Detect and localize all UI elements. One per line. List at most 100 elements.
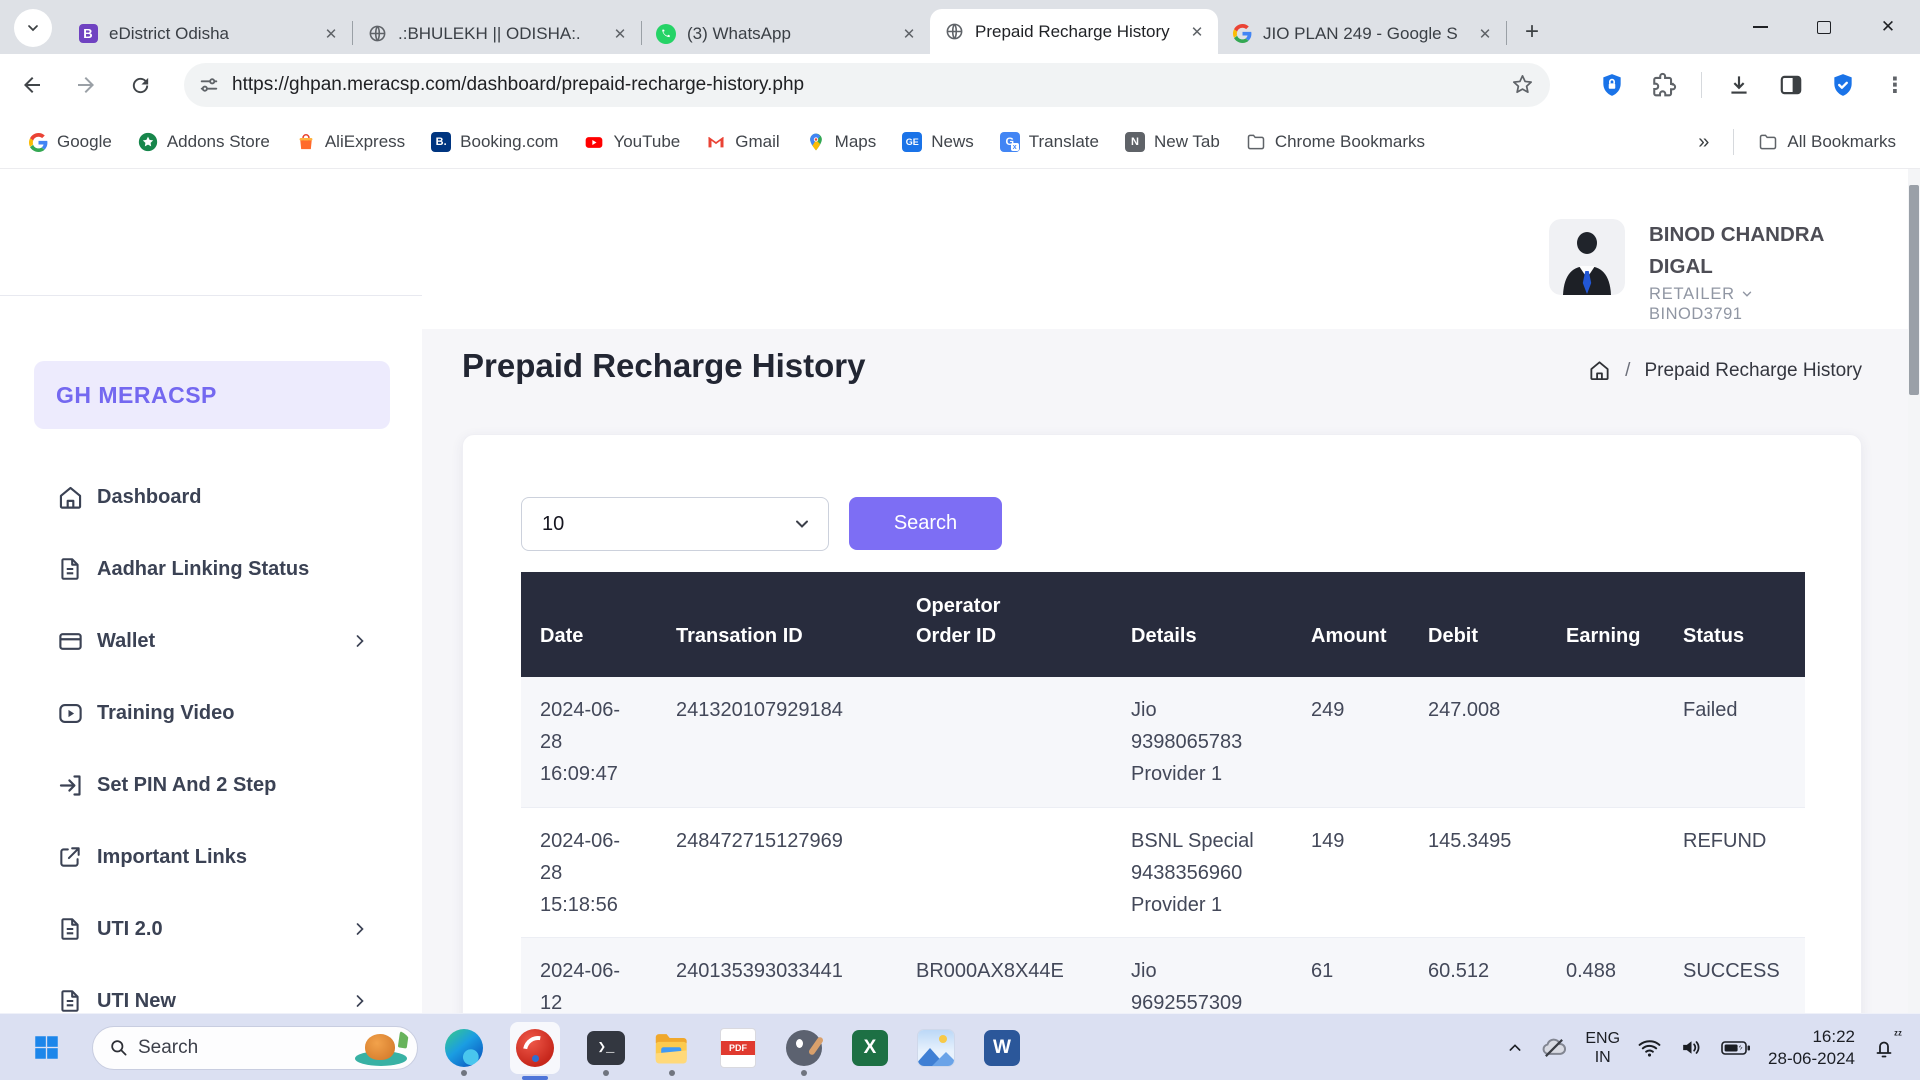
taskbar-excel[interactable]: X (850, 1028, 890, 1068)
brand-box[interactable]: GH MERACSP (34, 361, 390, 429)
bookmark-google[interactable]: Google (28, 132, 112, 152)
start-button[interactable] (26, 1028, 66, 1068)
tab-close-icon[interactable]: ✕ (1186, 21, 1208, 43)
battery-charging-icon[interactable] (1721, 1040, 1751, 1056)
url-bar[interactable]: https://ghpan.meracsp.com/dashboard/prep… (184, 63, 1550, 107)
dots-glyph: ⋮ (1885, 73, 1906, 98)
cell-details: Jio 9398065783 Provider 1 (1131, 699, 1242, 785)
bookmark-booking[interactable]: B. Booking.com (431, 132, 558, 152)
password-shield-icon[interactable] (1597, 70, 1627, 100)
sidebar-item-dashboard[interactable]: Dashboard (0, 461, 422, 533)
tray-time: 16:22 (1768, 1026, 1855, 1048)
bookmarks-overflow-icon[interactable]: » (1698, 131, 1709, 154)
taskbar-photos[interactable] (916, 1028, 956, 1068)
user-profile[interactable]: BINOD CHANDRA DIGAL RETAILER BINOD3791 (1549, 219, 1839, 324)
new-tab-icon: N (1125, 132, 1145, 152)
tab-close-icon[interactable]: ✕ (320, 23, 342, 45)
all-bookmarks-button[interactable]: All Bookmarks (1758, 132, 1896, 152)
sidebar-item-label: Wallet (97, 630, 155, 653)
minimize-button[interactable] (1728, 0, 1792, 54)
home-icon[interactable] (1588, 359, 1611, 382)
side-panel-icon[interactable] (1776, 70, 1806, 100)
wifi-icon[interactable] (1637, 1035, 1662, 1060)
cell-details: BSNL Special 9438356960 Provider 1 (1131, 830, 1254, 916)
bookmark-aliexpress[interactable]: AliExpress (296, 132, 405, 152)
site-info-icon[interactable] (198, 74, 220, 96)
window-controls: ✕ (1728, 0, 1920, 54)
cell-date: 2024-06-12 (521, 937, 676, 1013)
whatsapp-favicon (656, 24, 676, 44)
sidebar-item-label: Training Video (97, 702, 234, 725)
sidebar-item-label: Dashboard (97, 486, 201, 509)
extensions-icon[interactable] (1649, 70, 1679, 100)
sidebar-item-set-pin[interactable]: Set PIN And 2 Step (0, 749, 422, 821)
taskbar-active-browser[interactable] (510, 1022, 560, 1074)
tab-close-icon[interactable]: ✕ (609, 23, 631, 45)
downloads-icon[interactable] (1724, 70, 1754, 100)
onedrive-offline-icon[interactable] (1540, 1034, 1568, 1062)
taskbar-word[interactable]: W (982, 1028, 1022, 1068)
tab-search-button[interactable] (14, 9, 52, 47)
sidebar-item-wallet[interactable]: Wallet (0, 605, 422, 677)
cell-date: 2024-06-28 15:18:56 (521, 807, 676, 937)
page-scrollbar[interactable] (1908, 169, 1920, 1013)
sidebar-item-uti-new[interactable]: UTI New (0, 965, 422, 1013)
bookmark-translate[interactable]: G x Translate (1000, 132, 1099, 152)
search-button[interactable]: Search (849, 497, 1002, 550)
tab-title: (3) WhatsApp (687, 24, 898, 44)
taskbar-search[interactable]: Search (92, 1026, 418, 1070)
bookmark-star-icon[interactable] (1511, 73, 1534, 101)
browser-menu-icon[interactable]: ⋮ (1880, 70, 1910, 100)
sidebar-item-aadhar-linking-status[interactable]: Aadhar Linking Status (0, 533, 422, 605)
bookmark-new-tab[interactable]: N New Tab (1125, 132, 1220, 152)
back-button[interactable] (10, 63, 54, 107)
taskbar-terminal[interactable]: ❯_ (586, 1028, 626, 1068)
tab-bhulekh[interactable]: .:BHULEKH || ODISHA:. ✕ (353, 13, 641, 54)
taskbar-gimp[interactable] (784, 1028, 824, 1068)
tray-chevron-up-icon[interactable] (1507, 1040, 1523, 1056)
table-row: 2024-06-28 16:09:47 241320107929184 Jio … (521, 677, 1805, 807)
reload-button[interactable] (118, 63, 162, 107)
tab-prepaid-recharge-history-active[interactable]: Prepaid Recharge History ✕ (930, 9, 1218, 54)
taskbar-edge[interactable] (444, 1028, 484, 1068)
tab-close-icon[interactable]: ✕ (898, 23, 920, 45)
sidebar-item-important-links[interactable]: Important Links (0, 821, 422, 893)
globe-favicon (944, 22, 964, 42)
bookmark-gmail[interactable]: Gmail (706, 132, 779, 152)
addons-store-icon (138, 132, 158, 152)
maximize-button[interactable] (1792, 0, 1856, 54)
bookmark-chrome-bookmarks[interactable]: Chrome Bookmarks (1246, 132, 1425, 152)
close-button[interactable]: ✕ (1856, 0, 1920, 54)
folder-icon (1246, 132, 1266, 152)
pdf-icon: PDF (720, 1028, 756, 1068)
tab-edistrict[interactable]: B eDistrict Odisha ✕ (64, 13, 352, 54)
taskbar-pdf[interactable]: PDF (718, 1028, 758, 1068)
tab-title: eDistrict Odisha (109, 24, 320, 44)
bookmark-youtube[interactable]: YouTube (584, 132, 680, 152)
col-header-debit: Debit (1428, 572, 1566, 677)
tab-close-icon[interactable]: ✕ (1474, 23, 1496, 45)
volume-icon[interactable] (1679, 1035, 1704, 1060)
cell-amount: 61 (1311, 937, 1428, 1013)
page-size-select[interactable]: 10 (521, 497, 829, 551)
tab-jio-plan[interactable]: JIO PLAN 249 - Google S ✕ (1218, 13, 1506, 54)
scrollbar-thumb[interactable] (1909, 185, 1919, 395)
user-role-row[interactable]: RETAILER (1649, 285, 1839, 304)
bookmark-addons-store[interactable]: Addons Store (138, 132, 270, 152)
taskbar-file-explorer[interactable] (652, 1028, 692, 1068)
sidebar-item-uti-2[interactable]: UTI 2.0 (0, 893, 422, 965)
forward-button[interactable] (64, 63, 108, 107)
tab-whatsapp[interactable]: (3) WhatsApp ✕ (642, 13, 930, 54)
clock[interactable]: 16:22 28-06-2024 (1768, 1026, 1855, 1070)
search-highlight-image[interactable] (350, 1030, 412, 1067)
new-tab-button[interactable]: + (1515, 15, 1549, 49)
breadcrumb: / Prepaid Recharge History (1588, 359, 1862, 382)
notification-bell-icon[interactable]: ᶻᶻ (1872, 1036, 1896, 1060)
language-indicator[interactable]: ENG IN (1585, 1029, 1620, 1067)
bookmark-maps[interactable]: Maps (806, 132, 877, 152)
sidebar-item-training-video[interactable]: Training Video (0, 677, 422, 749)
chevron-down-icon (1740, 287, 1754, 301)
cell-earning (1566, 677, 1683, 807)
safety-shield-icon[interactable] (1828, 70, 1858, 100)
bookmark-news[interactable]: GE News (902, 132, 974, 152)
